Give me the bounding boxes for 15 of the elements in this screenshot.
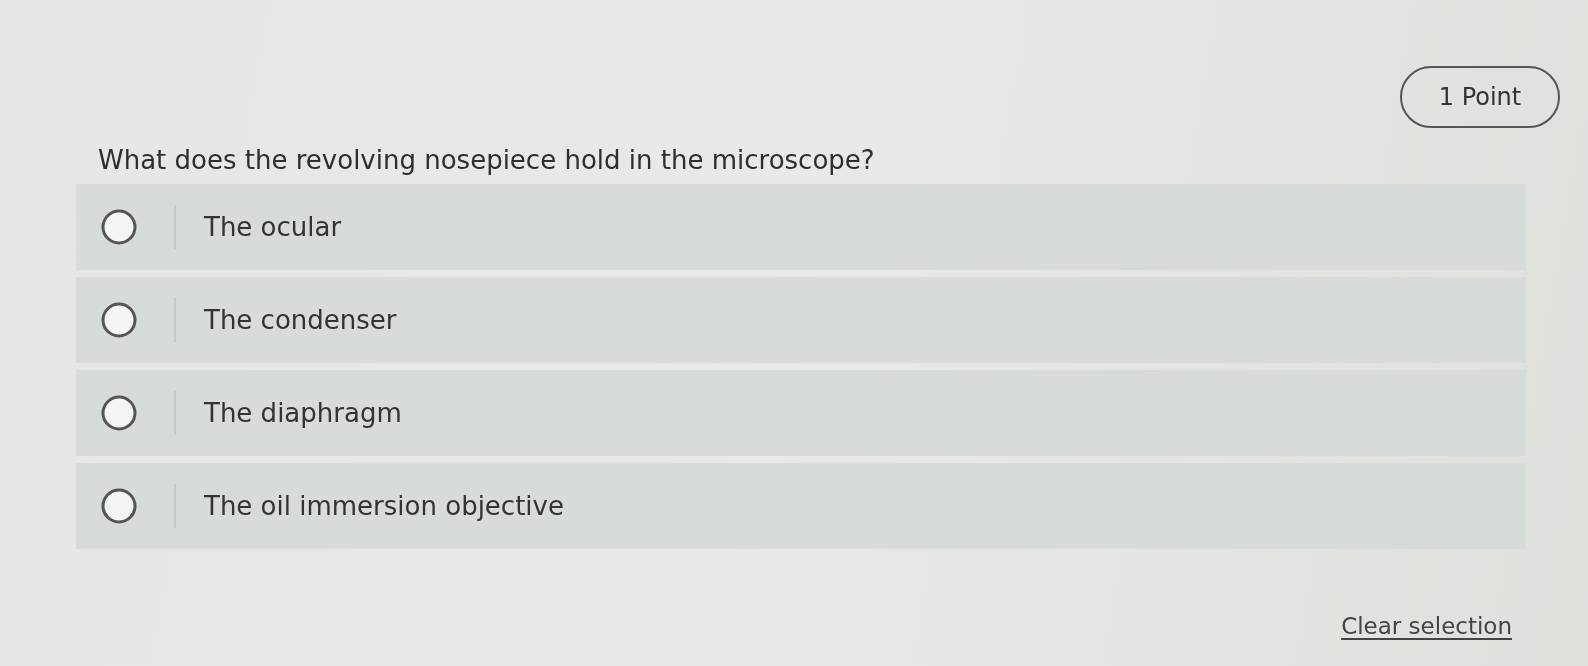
option-label: The diaphragm bbox=[204, 398, 402, 428]
option-label: The ocular bbox=[204, 212, 342, 242]
clear-selection-link[interactable]: Clear selection bbox=[1341, 613, 1512, 639]
answer-option[interactable]: The condenser bbox=[76, 277, 1526, 363]
points-badge: 1 Point bbox=[1400, 66, 1560, 128]
answer-option[interactable]: The oil immersion objective bbox=[76, 463, 1526, 549]
radio-button-icon[interactable] bbox=[100, 487, 138, 525]
question-text: What does the revolving nosepiece hold in the microscope? bbox=[98, 144, 875, 177]
radio-button-icon[interactable] bbox=[100, 208, 138, 246]
answer-option[interactable]: The ocular bbox=[76, 184, 1526, 270]
radio-button-icon[interactable] bbox=[100, 394, 138, 432]
answer-option[interactable]: The diaphragm bbox=[76, 370, 1526, 456]
radio-button-icon[interactable] bbox=[100, 301, 138, 339]
option-label: The condenser bbox=[204, 305, 397, 335]
option-label: The oil immersion objective bbox=[204, 491, 564, 521]
